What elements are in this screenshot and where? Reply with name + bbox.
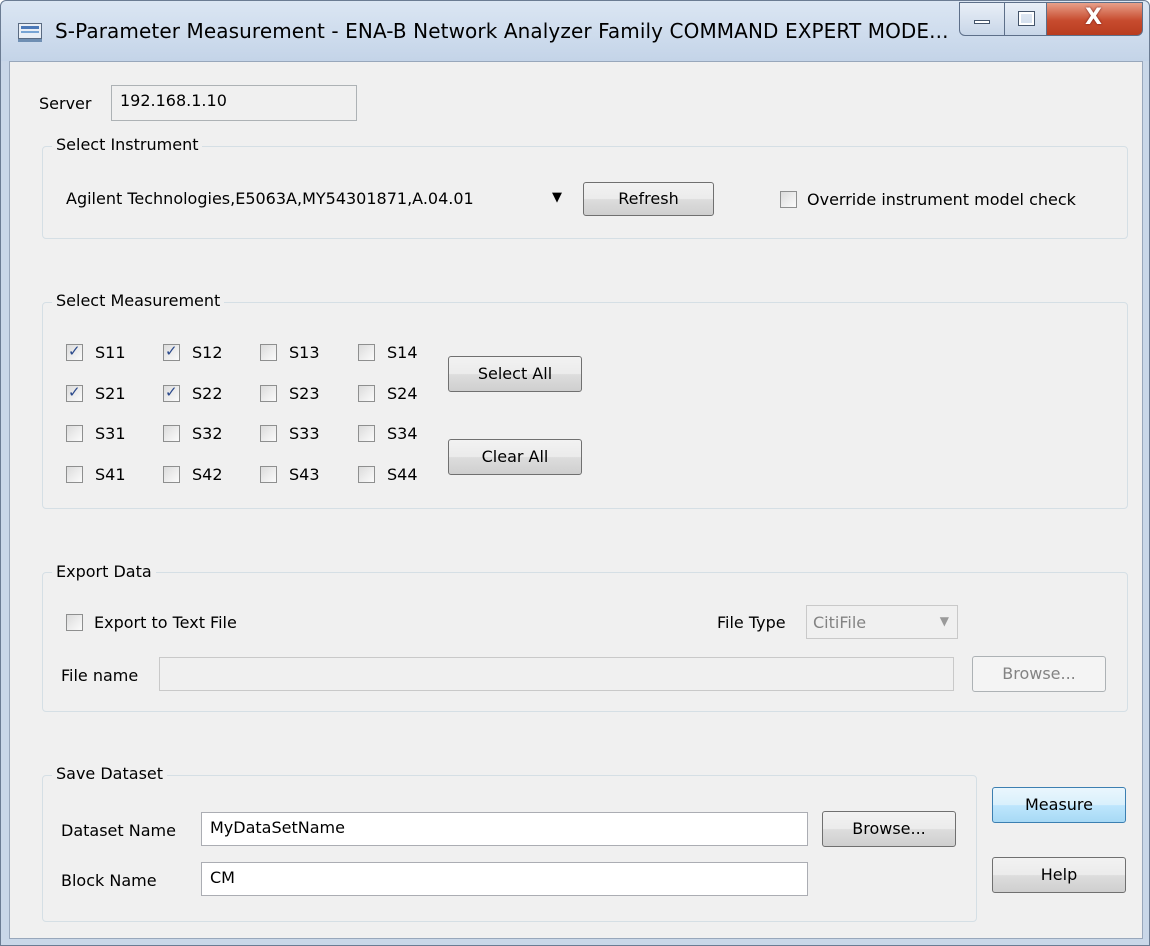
dialog-client-area: Server 192.168.1.10 Select Instrument Ag… (9, 61, 1143, 939)
file-type-value: CitiFile (813, 613, 867, 632)
file-name-label: File name (61, 666, 139, 685)
block-name-input[interactable]: CM (201, 862, 808, 896)
sparam-label: S44 (387, 465, 418, 484)
export-to-text-file-label: Export to Text File (94, 613, 237, 632)
file-type-chevron-icon: ▼ (939, 614, 949, 628)
checkbox-s24[interactable] (358, 385, 375, 402)
export-to-text-file-checkbox[interactable] (66, 614, 83, 631)
block-name-value: CM (210, 868, 235, 887)
export-data-title: Export Data (52, 562, 156, 581)
instrument-value: Agilent Technologies,E5063A,MY54301871,A… (66, 189, 474, 208)
sparam-label: S13 (289, 343, 320, 362)
sparam-label: S21 (95, 384, 126, 403)
checkmark-icon: ✓ (68, 383, 81, 401)
override-checkbox[interactable] (780, 191, 797, 208)
caption-buttons: X (959, 2, 1145, 36)
file-type-dropdown[interactable]: CitiFile ▼ (806, 605, 958, 639)
sparam-label: S24 (387, 384, 418, 403)
checkbox-s23[interactable] (260, 385, 277, 402)
select-measurement-title: Select Measurement (52, 291, 225, 310)
checkmark-icon: ✓ (165, 342, 178, 360)
block-name-label: Block Name (61, 871, 157, 890)
sparam-label: S33 (289, 424, 320, 443)
server-field[interactable]: 192.168.1.10 (111, 85, 357, 121)
minimize-icon (974, 20, 990, 24)
file-name-field[interactable] (159, 657, 954, 691)
checkbox-s22[interactable]: ✓ (163, 383, 180, 402)
override-label: Override instrument model check (807, 190, 1076, 209)
checkbox-s41[interactable] (66, 466, 83, 483)
close-button[interactable]: X (1047, 2, 1143, 36)
instrument-dropdown[interactable]: Agilent Technologies,E5063A,MY54301871,A… (60, 182, 568, 216)
export-browse-button[interactable]: Browse... (972, 656, 1106, 692)
sparam-label: S12 (192, 343, 223, 362)
checkbox-s43[interactable] (260, 466, 277, 483)
sparam-label: S11 (95, 343, 126, 362)
checkbox-s12[interactable]: ✓ (163, 342, 180, 361)
window-title: S-Parameter Measurement - ENA-B Network … (55, 19, 949, 43)
checkbox-s32[interactable] (163, 425, 180, 442)
dataset-name-value: MyDataSetName (210, 818, 345, 837)
checkbox-s44[interactable] (358, 466, 375, 483)
checkbox-s11[interactable]: ✓ (66, 342, 83, 361)
file-type-label: File Type (717, 613, 786, 632)
sparam-label: S32 (192, 424, 223, 443)
server-value: 192.168.1.10 (120, 91, 227, 110)
help-button[interactable]: Help (992, 857, 1126, 893)
dataset-name-input[interactable]: MyDataSetName (201, 812, 808, 846)
select-instrument-title: Select Instrument (52, 135, 203, 154)
sparam-label: S42 (192, 465, 223, 484)
measure-button[interactable]: Measure (992, 787, 1126, 823)
sparam-label: S23 (289, 384, 320, 403)
save-dataset-group (42, 775, 977, 922)
server-label: Server (39, 94, 92, 113)
checkbox-s31[interactable] (66, 425, 83, 442)
dataset-browse-button[interactable]: Browse... (822, 811, 956, 847)
checkmark-icon: ✓ (165, 383, 178, 401)
minimize-button[interactable] (959, 2, 1005, 36)
checkbox-s33[interactable] (260, 425, 277, 442)
chevron-down-icon: ▼ (552, 190, 562, 205)
sparam-label: S43 (289, 465, 320, 484)
clear-all-button[interactable]: Clear All (448, 439, 582, 475)
sparam-label: S41 (95, 465, 126, 484)
sparam-label: S14 (387, 343, 418, 362)
checkmark-icon: ✓ (68, 342, 81, 360)
sparam-label: S22 (192, 384, 223, 403)
checkbox-s21[interactable]: ✓ (66, 383, 83, 402)
checkbox-s14[interactable] (358, 344, 375, 361)
checkbox-s13[interactable] (260, 344, 277, 361)
maximize-icon (1018, 11, 1035, 26)
refresh-button[interactable]: Refresh (583, 182, 714, 216)
dataset-name-label: Dataset Name (61, 821, 176, 840)
checkbox-s34[interactable] (358, 425, 375, 442)
save-dataset-title: Save Dataset (52, 764, 168, 783)
maximize-button[interactable] (1005, 2, 1047, 36)
select-all-button[interactable]: Select All (448, 356, 582, 392)
close-icon: X (1085, 5, 1102, 30)
dialog-window: S-Parameter Measurement - ENA-B Network … (0, 0, 1150, 946)
sparam-label: S34 (387, 424, 418, 443)
sparam-label: S31 (95, 424, 126, 443)
title-bar[interactable]: S-Parameter Measurement - ENA-B Network … (1, 1, 1149, 61)
checkbox-s42[interactable] (163, 466, 180, 483)
export-data-group (42, 572, 1128, 712)
app-icon (18, 23, 42, 42)
